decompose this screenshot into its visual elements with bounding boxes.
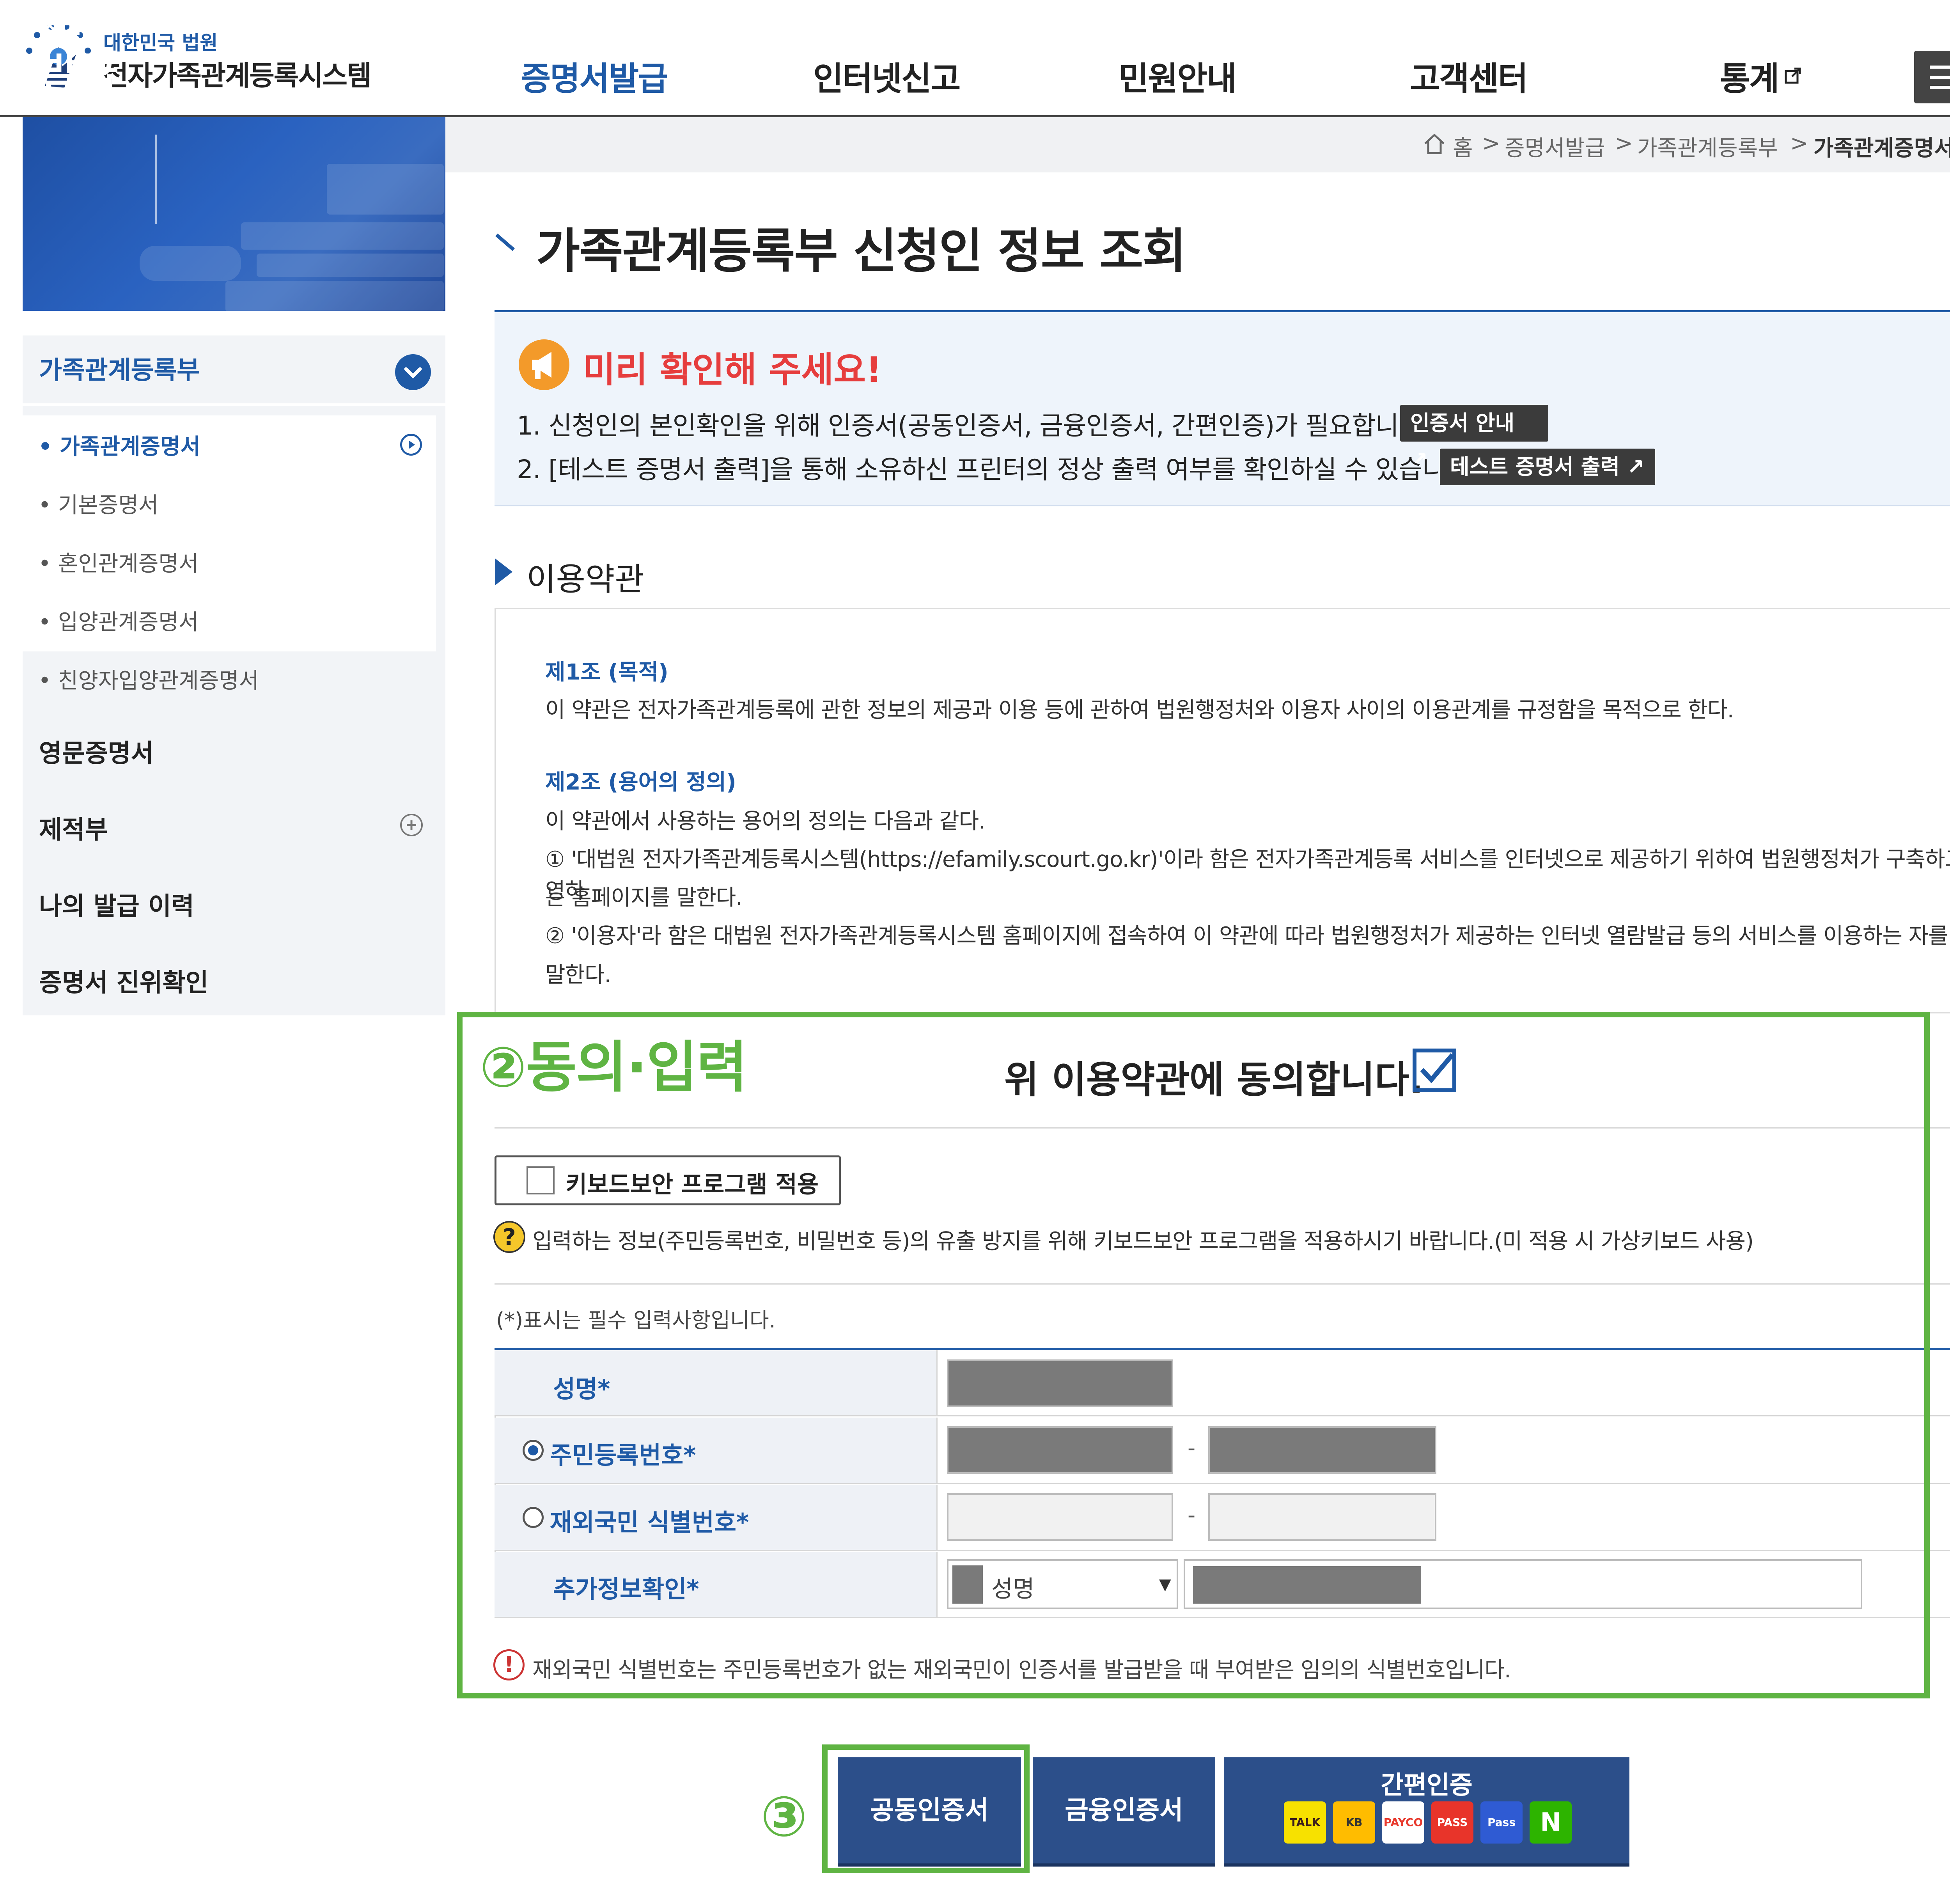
play-circle-icon: [400, 434, 422, 456]
terms-article-body: 말한다.: [545, 962, 611, 988]
nav-civil-guide[interactable]: 민원안내: [1119, 53, 1237, 100]
annotation-box-step2: [457, 1012, 1930, 1698]
nav-certificate-issue[interactable]: 증명서발급: [521, 53, 668, 100]
breadcrumb-separator: >: [1482, 131, 1500, 156]
terms-article-title: 제1조 (목적): [545, 660, 668, 685]
sidebar-item-label: 제적부: [39, 816, 108, 845]
terms-article-body: ① '대법원 전자가족관계등록시스템(https://efamily.scour…: [545, 847, 1950, 904]
sidebar-item-label: 가족관계등록부: [39, 356, 200, 385]
home-icon[interactable]: [1423, 133, 1446, 154]
megaphone-icon: [519, 339, 569, 390]
terms-article-body: 이 약관은 전자가족관계등록에 관한 정보의 제공과 이용 등에 관하여 법원행…: [545, 697, 1734, 723]
samsung-pass-icon: Pass: [1480, 1801, 1523, 1844]
notice-line-2: 2. [테스트 증명서 출력]을 통해 소유하신 프린터의 정상 출력 여부를 …: [517, 454, 1477, 484]
sidebar-sub-full-adoption[interactable]: • 친양자입양관계증명서: [38, 663, 259, 695]
breadcrumb-separator: >: [1615, 131, 1633, 156]
button-label: 간편인증: [1381, 1771, 1473, 1800]
section-bullet-icon: [495, 559, 512, 585]
sidebar-item-label: 증명서 진위확인: [39, 969, 209, 997]
naver-icon: N: [1530, 1801, 1572, 1844]
hamburger-menu-button[interactable]: [1914, 51, 1950, 103]
nav-customer-center[interactable]: 고객센터: [1410, 53, 1528, 100]
annotation-step3: ③: [760, 1785, 808, 1849]
sidebar-item-removed-register[interactable]: 제적부: [23, 788, 445, 862]
pass-icon: PASS: [1431, 1801, 1473, 1844]
kakao-icon: TALK: [1284, 1801, 1326, 1844]
sidebar-item-family-register[interactable]: 가족관계등록부: [23, 335, 445, 406]
breadcrumb-item[interactable]: 가족관계등록부: [1637, 131, 1778, 162]
terms-article-body: 는 홈페이지를 말한다.: [545, 885, 743, 910]
nav-statistics[interactable]: 통계: [1720, 53, 1780, 100]
financial-certificate-button[interactable]: 금융인증서: [1033, 1757, 1215, 1867]
terms-heading: 이용약관: [526, 561, 644, 598]
notice-title: 미리 확인해 주세요!: [583, 350, 882, 390]
sidebar-item-label: 영문증명서: [39, 739, 154, 768]
sidebar-sub-adoption[interactable]: • 입양관계증명서: [38, 605, 199, 636]
nav-internet-report[interactable]: 인터넷신고: [813, 53, 961, 100]
button-label: 테스트 증명서 출력: [1450, 454, 1620, 479]
logo-title[interactable]: 전자가족관계등록시스템: [103, 54, 372, 93]
payco-icon: PAYCO: [1382, 1801, 1424, 1844]
sidebar-banner: [23, 117, 445, 311]
sidebar-banner-title: 증명서 발급: [39, 20, 118, 98]
terms-article-body: 이 약관에서 사용하는 용어의 정의는 다음과 같다.: [545, 809, 986, 834]
terms-article-body: ② '이용자'라 함은 대법원 전자가족관계등록시스템 홈페이지에 접속하여 이…: [545, 923, 1948, 949]
page-title: 가족관계등록부 신청인 정보 조회: [536, 224, 1186, 279]
sidebar-item-label: 나의 발급 이력: [39, 892, 194, 921]
banner-divider: [155, 135, 157, 224]
annotation-step2: ②동의·입력: [480, 1035, 748, 1100]
button-label: 인증서 안내: [1410, 411, 1515, 435]
sidebar-item-my-history[interactable]: 나의 발급 이력: [23, 865, 445, 939]
external-link-icon: ↗: [1627, 454, 1645, 479]
test-print-button[interactable]: 테스트 증명서 출력 ↗: [1440, 449, 1655, 485]
sidebar-sub-basic[interactable]: • 기본증명서: [38, 488, 158, 519]
annotation-box-step3: [822, 1744, 1030, 1873]
logo-subtitle: 대한민국 법원: [103, 32, 218, 54]
sidebar-sub-family-relation[interactable]: • 가족관계증명서: [38, 429, 200, 461]
sidebar-item-verify[interactable]: 증명서 진위확인: [23, 941, 445, 1015]
kb-icon: KB: [1333, 1801, 1375, 1844]
breadcrumb-separator: >: [1790, 131, 1808, 156]
terms-article-title: 제2조 (용어의 정의): [545, 770, 736, 795]
chevron-down-icon[interactable]: [395, 354, 431, 390]
notice-line-1: 1. 신청인의 본인확인을 위해 인증서(공동인증서, 금융인증서, 간편인증)…: [517, 411, 1430, 441]
breadcrumb-home[interactable]: 홈: [1453, 131, 1473, 162]
sidebar-sub-marriage[interactable]: • 혼인관계증명서: [38, 546, 199, 578]
breadcrumb-item[interactable]: 증명서발급: [1505, 131, 1605, 162]
breadcrumb-current: 가족관계증명서: [1814, 136, 1950, 161]
title-mark-icon: [495, 233, 515, 251]
external-link-icon: [1785, 67, 1801, 84]
cert-guide-button[interactable]: 인증서 안내 ↗: [1400, 405, 1548, 472]
sidebar-item-english[interactable]: 영문증명서: [23, 708, 445, 786]
plus-circle-icon: [400, 814, 423, 836]
